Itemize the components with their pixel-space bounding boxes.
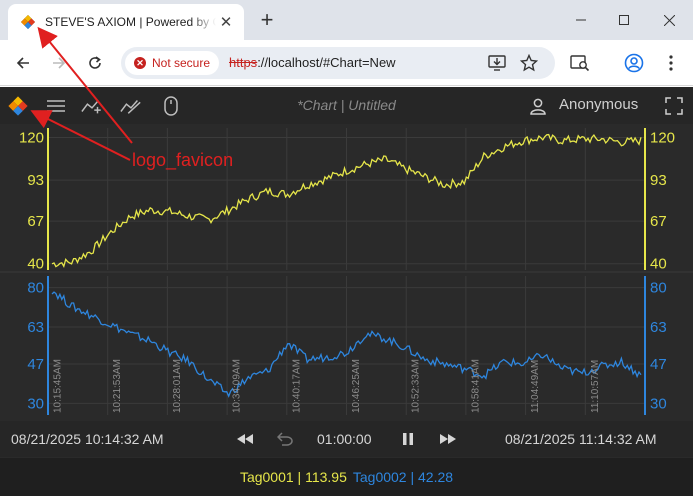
y-tick-label-right: 120 bbox=[650, 129, 675, 146]
warning-icon: ✕ bbox=[134, 57, 146, 69]
rewind-button[interactable] bbox=[235, 430, 255, 448]
rewind-icon bbox=[237, 434, 253, 444]
undo-button[interactable] bbox=[275, 430, 295, 448]
y-tick-label-left: 63 bbox=[27, 319, 44, 336]
time-axis-label: 10:52:33AM bbox=[411, 359, 422, 413]
url-text[interactable]: https://localhost/#Chart=New bbox=[229, 55, 396, 70]
time-axis-label: 10:28:01AM bbox=[172, 359, 183, 413]
more-menu-icon[interactable] bbox=[660, 52, 682, 74]
maximize-button[interactable] bbox=[609, 8, 639, 32]
reading-mode-icon[interactable] bbox=[569, 52, 591, 74]
y-tick-label-left: 47 bbox=[27, 356, 44, 373]
time-axis-label: 10:21:53AM bbox=[112, 359, 123, 413]
fast-forward-button[interactable] bbox=[438, 430, 458, 448]
close-window-button[interactable] bbox=[654, 8, 684, 32]
pause-icon bbox=[403, 433, 413, 445]
y-tick-label-right: 80 bbox=[650, 280, 667, 297]
duration[interactable]: 01:00:00 bbox=[317, 431, 372, 447]
fullscreen-icon[interactable] bbox=[663, 95, 685, 117]
browser-tab-strip: STEVE'S AXIOM | Powered by Canary ✕ + bbox=[0, 0, 693, 40]
url-scheme: https bbox=[229, 55, 258, 70]
start-time[interactable]: 08/21/2025 10:14:32 AM bbox=[11, 431, 164, 447]
favicon-icon bbox=[21, 15, 35, 29]
y-tick-label-right: 67 bbox=[650, 213, 667, 230]
back-button[interactable] bbox=[10, 50, 36, 76]
axiom-app: *Chart | Untitled Anonymous 40 40 67 67 93 93… bbox=[0, 87, 693, 496]
install-app-icon[interactable] bbox=[487, 53, 507, 73]
time-axis-label: 10:58:41AM bbox=[470, 359, 481, 413]
legend-tag0002[interactable]: Tag0002 | 42.28 bbox=[353, 469, 453, 485]
reload-icon bbox=[89, 56, 101, 69]
y-tick-label-left: 93 bbox=[27, 172, 44, 189]
reload-button[interactable] bbox=[82, 50, 108, 76]
time-axis-label: 10:40:17AM bbox=[291, 359, 302, 413]
security-label: Not secure bbox=[152, 56, 211, 70]
pause-button[interactable] bbox=[398, 430, 418, 448]
y-tick-label-right: 47 bbox=[650, 356, 667, 373]
url-path: ://localhost/#Chart=New bbox=[257, 55, 396, 70]
time-axis-label: 10:15:45AM bbox=[53, 359, 64, 413]
minimize-icon bbox=[576, 19, 586, 21]
y-tick-label-right: 93 bbox=[650, 172, 667, 189]
y-tick-label-left: 80 bbox=[27, 280, 44, 297]
time-axis-label: 10:46:25AM bbox=[351, 359, 362, 413]
app-header: *Chart | Untitled Anonymous bbox=[0, 87, 693, 124]
y-tick-label-right: 63 bbox=[650, 319, 667, 336]
security-chip[interactable]: ✕ Not secure bbox=[125, 51, 219, 75]
y-tick-label-left: 40 bbox=[27, 256, 44, 273]
y-tick-label-right: 40 bbox=[650, 256, 667, 273]
maximize-icon bbox=[619, 15, 629, 25]
tab-title: STEVE'S AXIOM | Powered by Canary bbox=[45, 15, 216, 29]
time-axis-label: 11:04:49AM bbox=[530, 360, 541, 413]
close-window-icon bbox=[663, 14, 675, 26]
bookmark-star-icon[interactable] bbox=[519, 53, 539, 73]
browser-toolbar: ✕ Not secure https://localhost/#Chart=Ne… bbox=[0, 40, 693, 86]
annotation-label: logo_favicon bbox=[132, 150, 234, 170]
trend-chart[interactable]: 40 40 67 67 93 93 120 120 30 30 47 47 63 63 80 80 10:15:… bbox=[0, 124, 693, 421]
time-axis-label: 11:10:57AM bbox=[590, 360, 601, 413]
user-icon[interactable] bbox=[527, 95, 549, 117]
y-tick-label-left: 120 bbox=[19, 129, 44, 146]
user-name[interactable]: Anonymous bbox=[559, 96, 638, 113]
y-tick-label-left: 67 bbox=[27, 213, 44, 230]
time-bar: 08/21/2025 10:14:32 AM 01:00:00 08/21/20… bbox=[0, 421, 693, 457]
y-tick-label-left: 30 bbox=[27, 395, 44, 412]
legend-tag0001[interactable]: Tag0001 | 113.95 bbox=[240, 469, 347, 485]
time-axis-label: 10:34:09AM bbox=[232, 359, 243, 413]
new-tab-button[interactable]: + bbox=[255, 7, 279, 32]
profile-icon[interactable] bbox=[623, 52, 645, 74]
fast-forward-icon bbox=[440, 434, 456, 444]
end-time[interactable]: 08/21/2025 11:14:32 AM bbox=[505, 431, 657, 447]
undo-icon bbox=[277, 432, 293, 446]
tab-close-icon[interactable]: ✕ bbox=[216, 12, 236, 32]
forward-arrow-icon bbox=[53, 57, 66, 69]
legend-bar: Tag0001 | 113.95 Tag0002 | 42.28 bbox=[0, 458, 693, 496]
forward-button[interactable] bbox=[46, 50, 72, 76]
browser-tab[interactable]: STEVE'S AXIOM | Powered by Canary ✕ bbox=[8, 4, 244, 40]
chart-plot-area[interactable]: 40 40 67 67 93 93 120 120 30 30 47 47 63 63 80 80 10:15:… bbox=[0, 124, 693, 458]
minimize-button[interactable] bbox=[566, 8, 596, 32]
back-arrow-icon bbox=[16, 57, 29, 69]
address-bar[interactable]: ✕ Not secure https://localhost/#Chart=Ne… bbox=[121, 47, 555, 79]
y-tick-label-right: 30 bbox=[650, 395, 667, 412]
